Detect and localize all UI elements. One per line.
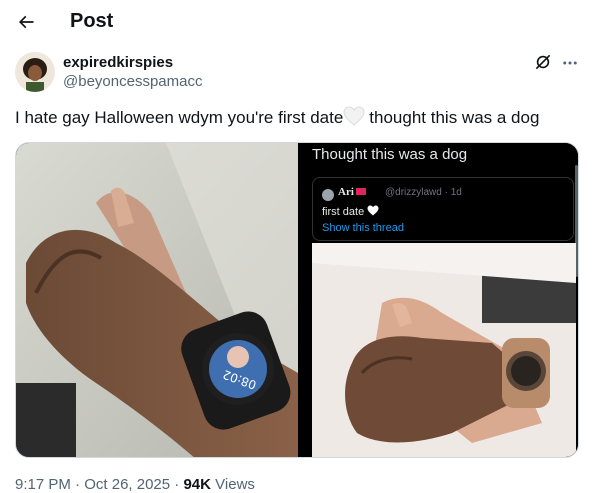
views-label: Views <box>215 476 255 493</box>
screenshot-caption: Thought this was a dog <box>312 146 468 163</box>
quoted-text-content: first date <box>322 206 365 218</box>
arrow-left-icon <box>18 15 34 29</box>
post-meta: 9:17 PM · Oct 26, 2025 · 94K Views <box>15 476 255 493</box>
post-date[interactable]: Oct 26, 2025 <box>84 476 170 493</box>
post-time[interactable]: 9:17 PM <box>15 476 71 493</box>
tweet-text: I hate gay Halloween wdym you're first d… <box>15 106 585 132</box>
quoted-name-text: Ari <box>338 186 354 198</box>
media-photo-left[interactable]: 08:02 <box>16 143 298 457</box>
post-header: Post <box>0 0 594 44</box>
views-count: 94K <box>183 476 211 493</box>
back-button[interactable] <box>12 8 40 36</box>
tweet-text-after: thought this was a dog <box>369 108 540 127</box>
quoted-display-name: Ari <box>338 186 366 198</box>
more-horizontal-icon <box>563 61 577 65</box>
author-handle[interactable]: @beyoncesspamacc <box>63 73 202 90</box>
avatar[interactable] <box>15 52 55 92</box>
more-button[interactable] <box>559 52 581 74</box>
quoted-avatar <box>322 189 334 201</box>
page-title: Post <box>70 10 114 32</box>
quoted-post-card: Ari @drizzylawd · 1d first date Show thi… <box>312 177 574 241</box>
author-display-name[interactable]: expiredkirspies <box>63 54 173 71</box>
quoted-text: first date <box>322 205 379 218</box>
show-thread-link: Show this thread <box>322 222 404 234</box>
grok-button[interactable] <box>533 52 555 74</box>
media-screenshot-right[interactable]: Thought this was a dog Ari @drizzylawd ·… <box>300 143 578 457</box>
white-heart-icon <box>343 106 365 132</box>
white-heart-icon <box>367 205 379 216</box>
flag-icon <box>355 188 366 195</box>
screenshot-photo <box>312 243 576 457</box>
quoted-handle-time: @drizzylawd · 1d <box>385 187 462 198</box>
media-grid[interactable]: 08:02 Thought this was a dog Ari @drizzy… <box>15 142 579 458</box>
grok-icon <box>535 54 551 70</box>
author-row: expiredkirspies @beyoncesspamacc <box>15 52 579 92</box>
tweet-text-before: I hate gay Halloween wdym you're first d… <box>15 108 344 127</box>
